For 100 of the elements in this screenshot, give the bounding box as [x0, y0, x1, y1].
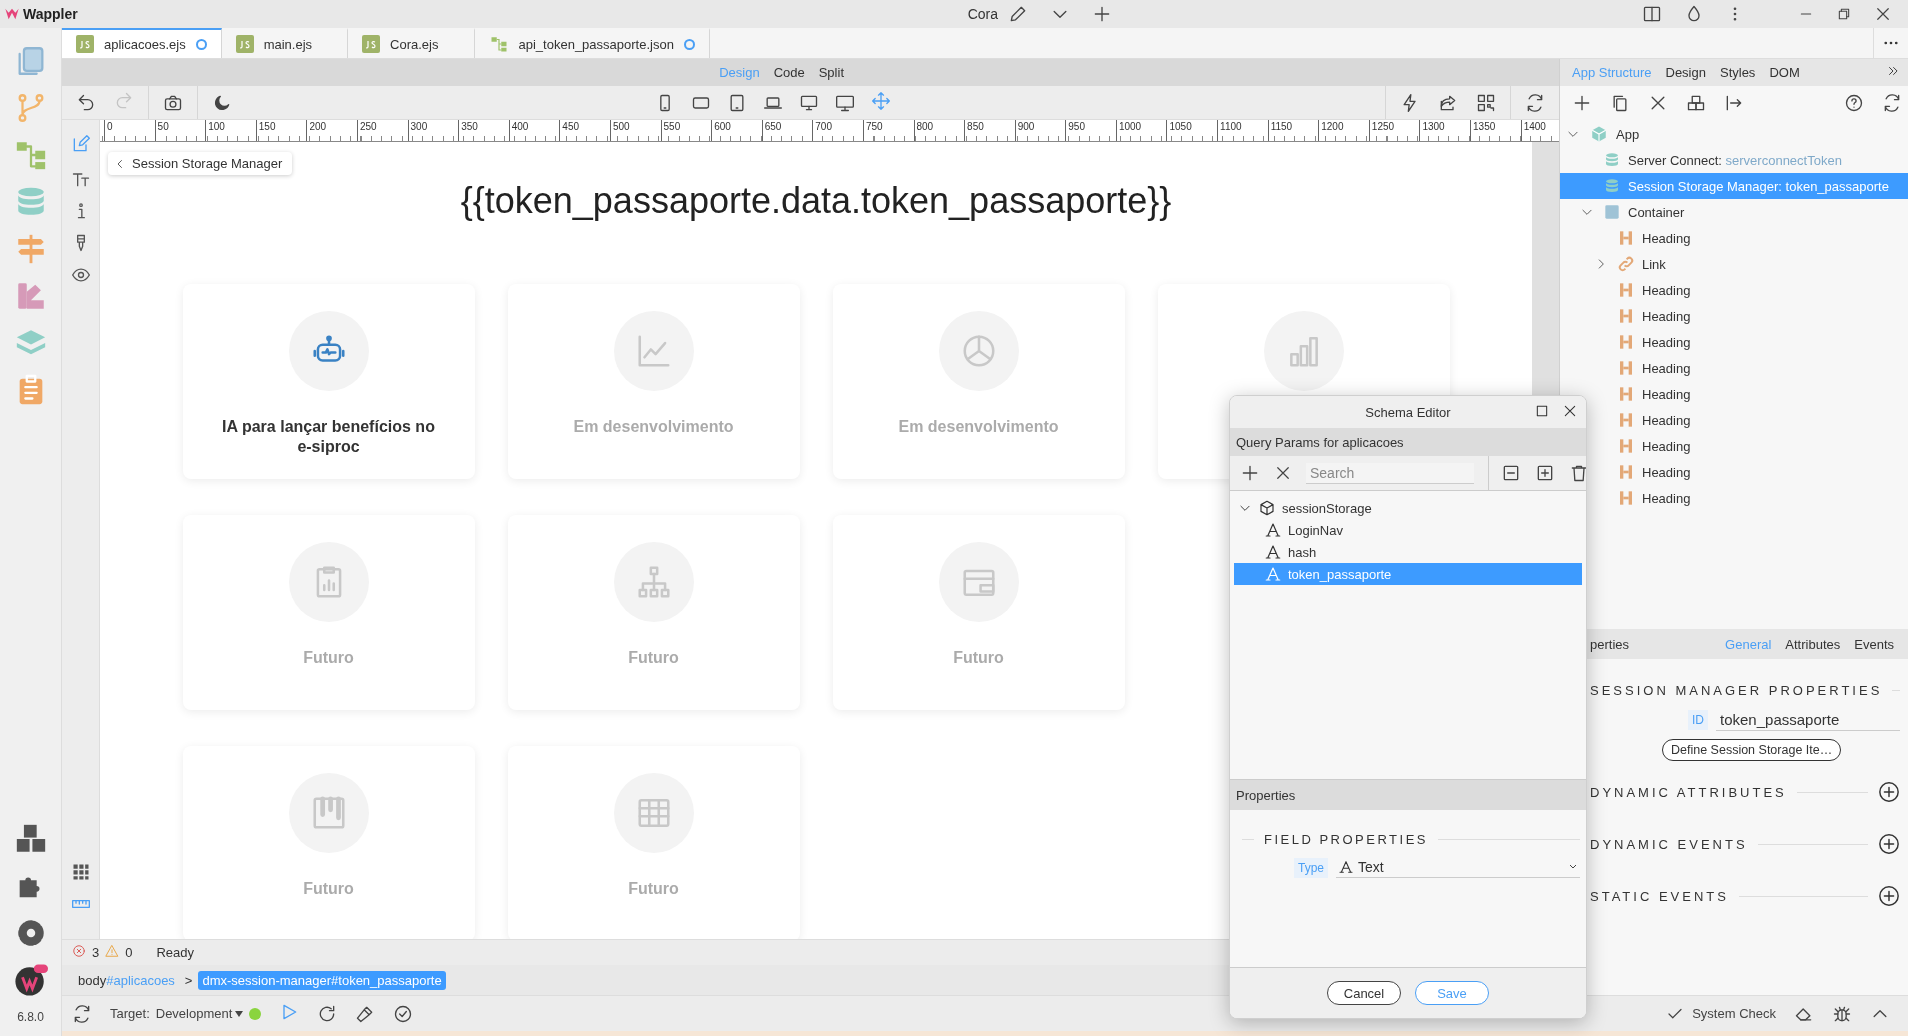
tree-item[interactable]: Heading [1560, 329, 1908, 355]
split-layout-icon[interactable] [1642, 4, 1662, 24]
ruler-label: 650 [761, 120, 813, 141]
expand-all-icon[interactable] [1535, 463, 1555, 483]
ruler-label: 1100 [1217, 120, 1268, 141]
close-icon[interactable] [1562, 403, 1578, 419]
check-circle-icon[interactable] [393, 1003, 414, 1024]
expand-icon[interactable] [1886, 64, 1900, 78]
selection-chip[interactable]: Session Storage Manager [108, 152, 293, 175]
ruler-label: 100 [205, 120, 256, 141]
pencil-icon[interactable] [1008, 4, 1028, 24]
view-mode-tab[interactable]: Code [773, 65, 805, 80]
add-icon[interactable] [1878, 885, 1900, 907]
section-title: SESSION MANAGER PROPERTIES [1590, 682, 1883, 698]
heading-icon [1618, 360, 1634, 376]
qr-code-icon[interactable] [1476, 92, 1496, 113]
tree-item-label: Heading [1642, 360, 1691, 376]
heading-icon [1618, 308, 1634, 324]
tree-item-label: Heading [1642, 334, 1691, 350]
ruler-label: 950 [1065, 120, 1116, 141]
undo-icon[interactable] [76, 92, 96, 113]
dialog-subtitle: Query Params for aplicacoes [1230, 428, 1586, 456]
project-name: Cora [967, 6, 998, 22]
schema-item[interactable]: hash [1234, 541, 1582, 563]
field-label: Type [1294, 857, 1328, 878]
tree-item-label: Heading [1642, 282, 1691, 298]
database-icon [1604, 151, 1620, 169]
add-icon[interactable] [1878, 781, 1900, 803]
tree-item-label: Session Storage Manager: token_passaporte [1628, 178, 1889, 194]
plus-icon[interactable] [1240, 463, 1260, 483]
plus-icon[interactable] [1092, 4, 1112, 24]
ruler-label: 1350 [1470, 120, 1521, 141]
breadcrumb-item[interactable]: body#aplicacoes [74, 970, 179, 990]
add-icon[interactable] [1878, 833, 1900, 855]
type-select[interactable]: Text [1336, 857, 1580, 878]
tree-item[interactable]: Heading [1560, 303, 1908, 329]
refresh-icon[interactable] [1525, 92, 1545, 113]
breadcrumb-separator: > [184, 972, 193, 988]
card-title: IA para lançar benefícios no e-siproc [221, 417, 436, 457]
card[interactable]: IA para lançar benefícios no e-siproc [182, 284, 475, 479]
ruler-label: 1250 [1368, 120, 1420, 141]
properties-tab[interactable]: Attributes [1785, 636, 1841, 652]
card-title: Em desenvolvimento [897, 417, 1060, 437]
panel-tab[interactable]: Styles [1719, 65, 1756, 80]
cube-icon [1258, 499, 1276, 517]
restore-icon[interactable] [1836, 6, 1852, 22]
panel-tab[interactable]: DOM [1769, 65, 1800, 80]
tree-item[interactable]: Heading [1560, 277, 1908, 303]
close-icon[interactable] [1274, 464, 1292, 482]
heading-icon [1618, 464, 1634, 480]
tree-item[interactable]: Server Connect: serverconnectToken [1560, 147, 1908, 173]
tree-item[interactable]: Heading [1560, 459, 1908, 485]
schema-item[interactable]: LoginNav [1234, 519, 1582, 541]
card-title: Futuro [627, 879, 680, 899]
sync-icon[interactable] [72, 1003, 92, 1024]
close-icon[interactable] [1874, 5, 1892, 23]
tree-item-label: Heading [1642, 308, 1691, 324]
tree-item[interactable]: Link [1560, 251, 1908, 277]
maximize-icon[interactable] [1534, 403, 1550, 419]
tree-item-label: Heading [1642, 490, 1691, 506]
tree-item-label: Heading [1642, 412, 1691, 428]
text-type-icon [1338, 859, 1354, 875]
page-heading: {{token_passaporte.data.token_passaporte}} [460, 180, 1172, 222]
tree-item[interactable]: App [1560, 121, 1908, 147]
version-label: 6.8.0 [17, 1010, 44, 1024]
logo-icon [4, 6, 20, 22]
tree-item-label: Heading [1642, 438, 1691, 454]
ruler-label: 200 [306, 120, 357, 141]
ruler-label: 1300 [1419, 120, 1471, 141]
ruler-label: 600 [711, 120, 762, 141]
logo-icon[interactable] [13, 963, 48, 997]
ruler-label: 0 [104, 120, 155, 141]
card-title: Futuro [302, 879, 355, 899]
cancel-button[interactable]: Cancel [1327, 981, 1401, 1005]
section-title: DYNAMIC ATTRIBUTES [1590, 784, 1787, 800]
error-icon [72, 944, 86, 958]
target-select[interactable]: Development [155, 1006, 244, 1021]
refresh-icon[interactable] [1882, 92, 1902, 113]
define-button[interactable]: Define Session Storage Ite… [1662, 739, 1842, 761]
tree-item[interactable]: Heading [1560, 381, 1908, 407]
card-title: Em desenvolvimento [572, 417, 735, 437]
tree-item[interactable]: Heading [1560, 355, 1908, 381]
panel-tab[interactable]: Design [1665, 65, 1706, 80]
system-check-button[interactable]: System Check [1666, 1004, 1776, 1023]
target-label: Target: [110, 1006, 150, 1021]
collapse-icon[interactable] [1501, 463, 1521, 483]
tree-item[interactable]: Container [1560, 199, 1908, 225]
ruler-label: 1050 [1166, 120, 1218, 141]
file-tab[interactable]: aplicacoes.ejs [62, 28, 222, 58]
properties-tab[interactable]: Events [1854, 636, 1894, 652]
search-field[interactable]: Search [1306, 462, 1474, 484]
app-name: Wappler [23, 6, 78, 22]
text-type-icon [1264, 543, 1282, 561]
view-mode-tab[interactable]: Split [818, 65, 844, 80]
tree-item[interactable]: Heading [1560, 225, 1908, 251]
ruler-label: 450 [559, 120, 610, 141]
ruler-label: 700 [812, 120, 863, 141]
id-field[interactable]: token_passaporte [1716, 709, 1900, 731]
trash-icon[interactable] [1569, 463, 1586, 483]
help-icon[interactable] [1844, 92, 1864, 113]
